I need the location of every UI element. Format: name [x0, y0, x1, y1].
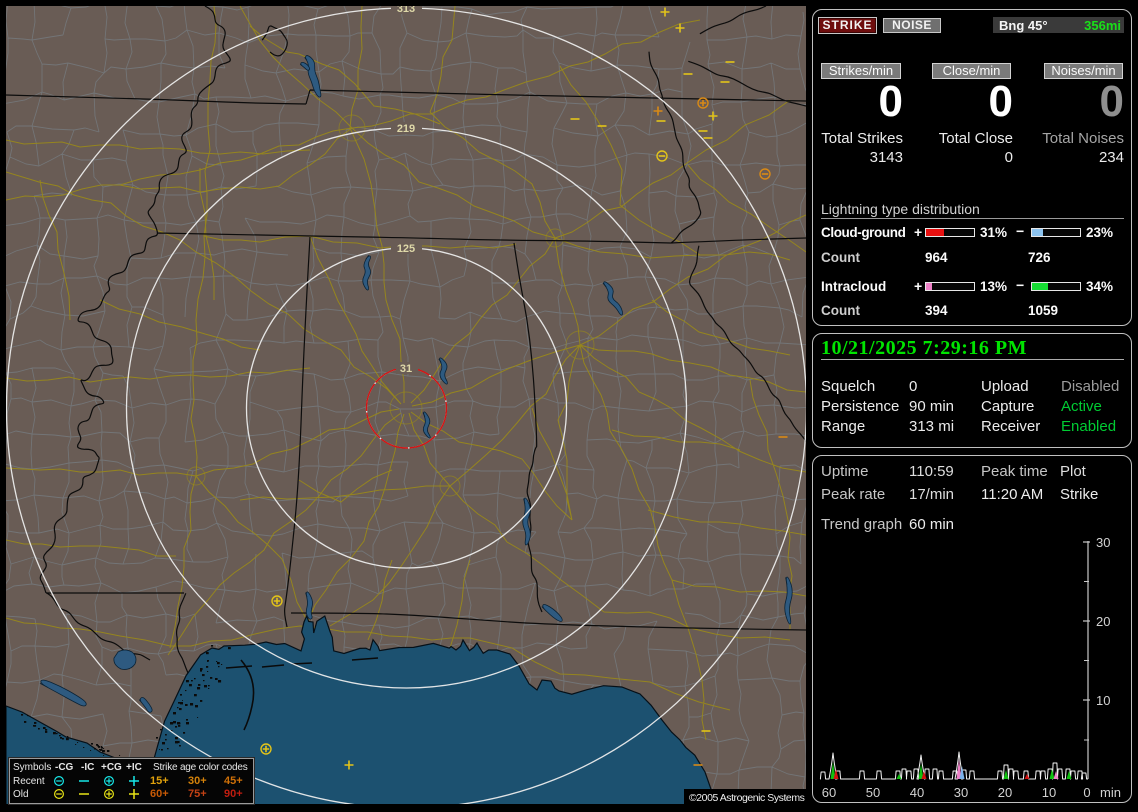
svg-text:50: 50	[866, 785, 880, 800]
svg-text:125: 125	[397, 243, 415, 255]
svg-text:10: 10	[1096, 693, 1110, 708]
svg-text:30: 30	[954, 785, 968, 800]
svg-text:313: 313	[397, 6, 415, 15]
svg-text:20: 20	[1096, 614, 1110, 629]
svg-text:219: 219	[397, 123, 415, 135]
svg-text:0: 0	[1083, 785, 1090, 800]
svg-text:31: 31	[400, 363, 412, 375]
svg-text:20: 20	[998, 785, 1012, 800]
svg-text:40: 40	[910, 785, 924, 800]
svg-text:30: 30	[1096, 535, 1110, 550]
svg-text:min: min	[1100, 785, 1121, 800]
svg-text:10: 10	[1042, 785, 1056, 800]
svg-text:60: 60	[822, 785, 836, 800]
